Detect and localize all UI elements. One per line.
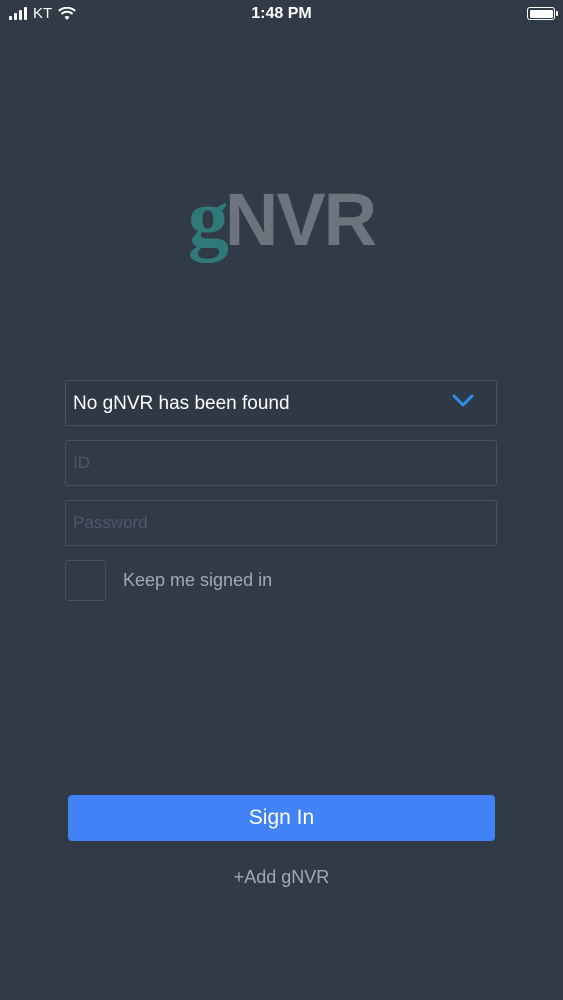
app-logo: gNVR	[0, 177, 563, 261]
id-input[interactable]	[65, 440, 497, 486]
status-bar: KT 1:48 PM	[0, 0, 563, 30]
keep-signed-in-label[interactable]: Keep me signed in	[123, 570, 272, 591]
password-input[interactable]	[65, 500, 497, 546]
add-gnvr-link[interactable]: +Add gNVR	[0, 867, 563, 888]
status-time: 1:48 PM	[251, 5, 312, 22]
logo-nvr: NVR	[224, 178, 377, 261]
logo-g: g	[187, 172, 229, 263]
battery-icon	[527, 7, 558, 20]
keep-signed-in-checkbox[interactable]	[65, 560, 106, 601]
chevron-down-icon	[452, 394, 474, 407]
gnvr-selector[interactable]: No gNVR has been found	[65, 380, 497, 426]
gnvr-selector-value: No gNVR has been found	[73, 393, 290, 414]
sign-in-button[interactable]: Sign In	[68, 795, 495, 841]
